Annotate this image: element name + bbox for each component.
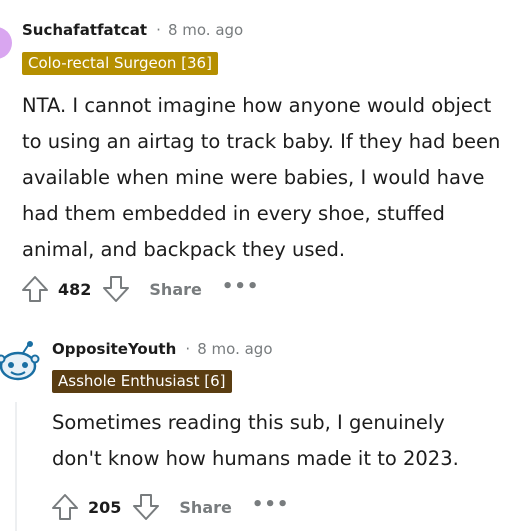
comment-line: animal, and backpack they used. xyxy=(22,238,346,261)
comment-line: don't know how humans made it to 2023. xyxy=(52,447,459,470)
user-flair: Asshole Enthusiast [6] xyxy=(52,370,232,393)
comment-body: NTA. I cannot imagine how anyone would o… xyxy=(22,88,500,268)
comment-line: Sometimes reading this sub, I genuinely xyxy=(52,411,445,434)
vote-count: 482 xyxy=(58,279,92,299)
timestamp[interactable]: 8 mo. ago xyxy=(197,340,272,358)
comment-line: available when mine were babies, I would… xyxy=(22,166,485,189)
comment-actions: 482 Share ••• xyxy=(20,272,259,306)
more-options-button[interactable]: ••• xyxy=(252,494,290,515)
avatar[interactable] xyxy=(0,27,12,59)
username[interactable]: OppositeYouth xyxy=(52,340,176,358)
comment-body: Sometimes reading this sub, I genuinely … xyxy=(52,405,459,477)
timestamp[interactable]: 8 mo. ago xyxy=(168,21,243,39)
more-options-button[interactable]: ••• xyxy=(222,276,260,297)
share-button[interactable]: Share xyxy=(179,498,231,517)
comment-line: had them embedded in every shoe, stuffed xyxy=(22,202,445,225)
downvote-icon[interactable] xyxy=(101,274,131,304)
user-flair: Colo-rectal Surgeon [36] xyxy=(22,52,218,75)
upvote-icon[interactable] xyxy=(20,274,50,304)
username[interactable]: Suchafatfatcat xyxy=(22,21,147,39)
comment-header: Suchafatfatcat · 8 mo. ago xyxy=(22,20,243,39)
separator: · xyxy=(185,340,191,358)
thread-line[interactable] xyxy=(15,402,17,531)
vote-count: 205 xyxy=(88,497,122,517)
comment-line: to using an airtag to track baby. If the… xyxy=(22,130,501,153)
comment-actions: 205 Share ••• xyxy=(50,490,289,524)
upvote-icon[interactable] xyxy=(50,492,80,522)
comment-header: OppositeYouth · 8 mo. ago xyxy=(52,339,273,358)
comment-line: NTA. I cannot imagine how anyone would o… xyxy=(22,94,492,117)
snoo-avatar-icon xyxy=(0,341,40,381)
separator: · xyxy=(156,21,161,39)
avatar[interactable] xyxy=(0,340,40,384)
downvote-icon[interactable] xyxy=(131,492,161,522)
share-button[interactable]: Share xyxy=(149,280,201,299)
